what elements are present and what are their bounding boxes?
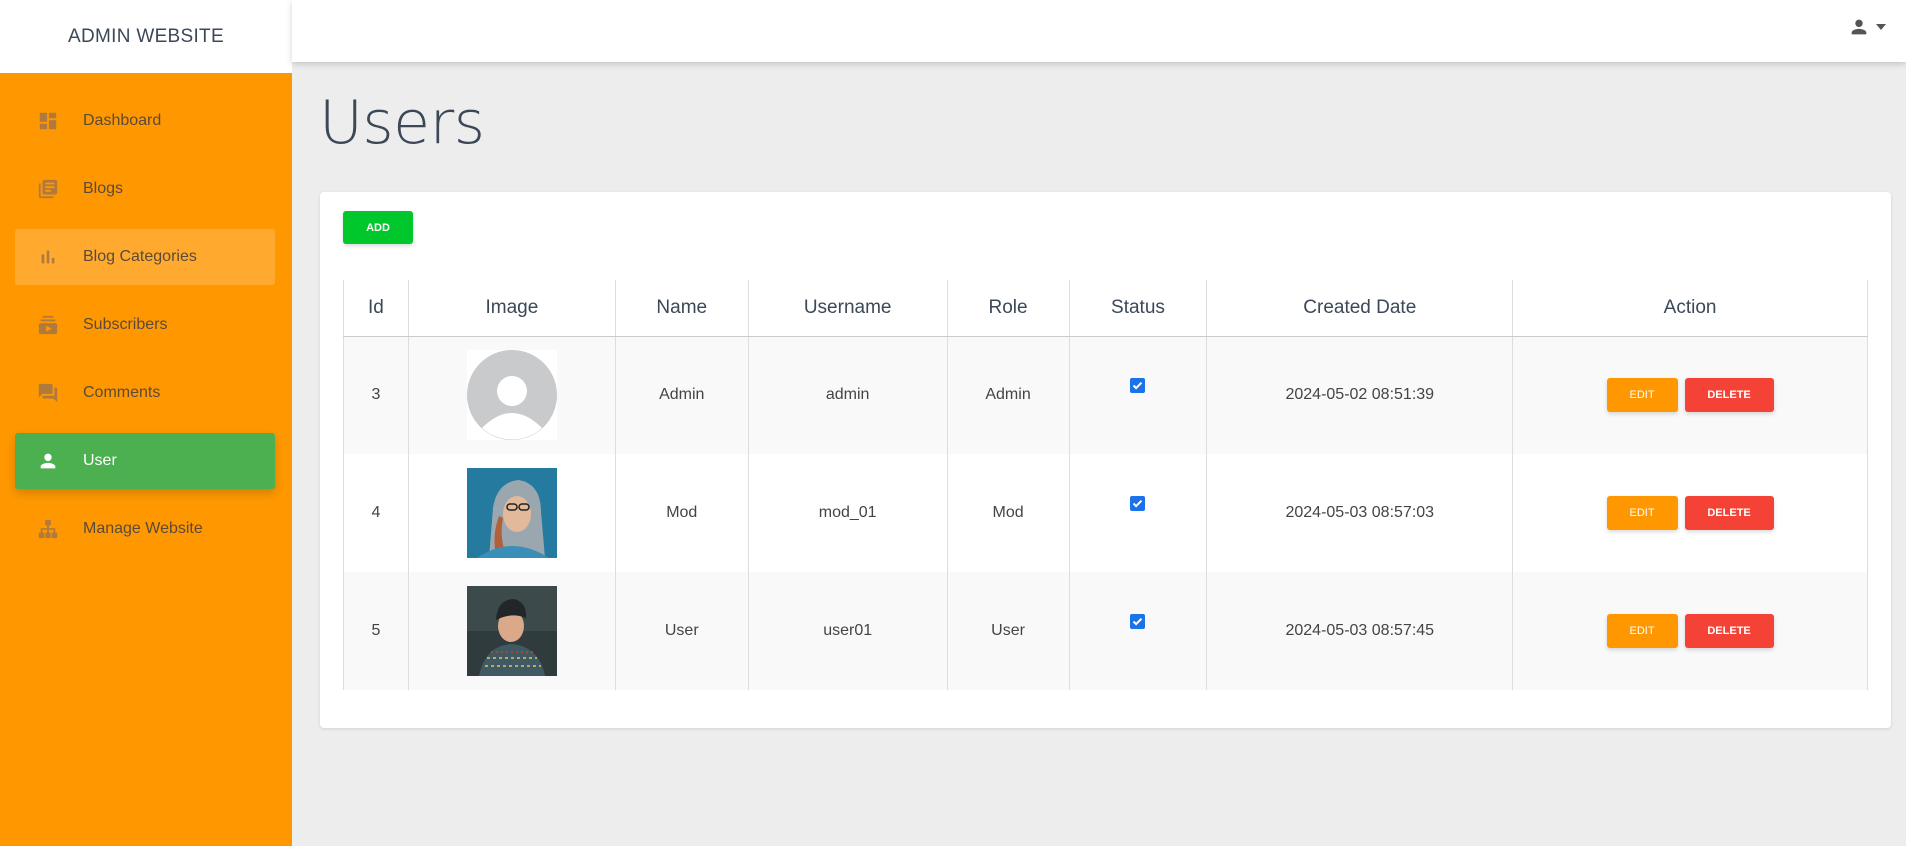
person-icon — [37, 450, 59, 472]
edit-button[interactable]: EDIT — [1606, 378, 1678, 413]
cell-username: user01 — [748, 572, 948, 690]
users-card: ADD Id Image Name Username Role Status C… — [320, 192, 1891, 728]
delete-button[interactable]: DELETE — [1684, 614, 1774, 648]
cell-action: EDIT DELETE — [1512, 454, 1868, 572]
sidebar: ADMIN WEBSITE Dashboard Blogs Blog Categ… — [0, 0, 292, 846]
page-title: Users — [319, 88, 485, 158]
sidebar-item-dashboard[interactable]: Dashboard — [15, 93, 275, 149]
sidebar-item-label: Subscribers — [83, 316, 168, 333]
dashboard-icon — [37, 110, 59, 132]
cell-action: EDIT DELETE — [1512, 572, 1868, 690]
column-header: Username — [748, 280, 948, 337]
sidebar-item-label: Comments — [83, 384, 161, 401]
column-header: Created Date — [1206, 280, 1514, 337]
sidebar-item-label: Manage Website — [83, 520, 203, 537]
cell-username: admin — [748, 336, 948, 454]
cell-created-date: 2024-05-02 08:51:39 — [1206, 336, 1514, 454]
user-photo-woman-hood — [466, 468, 557, 558]
blogs-icon — [37, 178, 59, 200]
delete-button[interactable]: DELETE — [1684, 496, 1774, 530]
sidebar-item-label: Dashboard — [83, 112, 162, 129]
cell-username: mod_01 — [748, 454, 948, 572]
edit-button[interactable]: EDIT — [1606, 614, 1678, 648]
cell-image — [408, 454, 616, 572]
cell-role: Admin — [947, 336, 1070, 454]
sidebar-item-blogs[interactable]: Blogs — [15, 161, 275, 217]
sidebar-item-manage-website[interactable]: Manage Website — [15, 501, 275, 557]
table-row: 5 User user01 User 2024-05-03 08:57:45 E… — [343, 572, 1868, 690]
cell-name: User — [615, 572, 749, 690]
cell-status — [1069, 572, 1208, 690]
table-row: 3 Admin admin Admin 2024-05-02 08:51:39 … — [343, 336, 1868, 454]
cell-name: Admin — [615, 336, 749, 454]
comments-icon — [37, 382, 59, 404]
sidebar-item-user[interactable]: User — [15, 433, 275, 489]
column-header: Status — [1069, 280, 1208, 337]
top-navbar — [292, 0, 1906, 62]
cell-status — [1069, 454, 1208, 572]
account-icon — [1848, 16, 1870, 38]
column-header: Id — [343, 280, 409, 337]
cell-status — [1069, 336, 1208, 454]
users-table: Id Image Name Username Role Status Creat… — [343, 280, 1868, 690]
bar-chart-icon — [37, 246, 59, 268]
cell-id: 5 — [343, 572, 409, 690]
chevron-down-icon — [1876, 24, 1886, 30]
cell-name: Mod — [615, 454, 749, 572]
status-checkbox[interactable] — [1130, 496, 1146, 511]
subscribers-icon — [37, 314, 59, 336]
sitemap-icon — [37, 518, 59, 540]
cell-role: Mod — [947, 454, 1070, 572]
sidebar-item-label: Blog Categories — [83, 248, 197, 265]
status-checkbox[interactable] — [1130, 378, 1146, 394]
cell-image — [408, 336, 616, 454]
sidebar-item-label: User — [83, 452, 117, 469]
edit-button[interactable]: EDIT — [1606, 496, 1678, 530]
column-header: Action — [1512, 280, 1868, 337]
column-header: Name — [615, 280, 749, 337]
user-menu-button[interactable] — [1848, 16, 1886, 38]
cell-image — [408, 572, 616, 690]
cell-id: 3 — [343, 336, 409, 454]
cell-id: 4 — [343, 454, 409, 572]
sidebar-nav: Dashboard Blogs Blog Categories Subscrib… — [0, 73, 292, 557]
user-photo-man-beanie — [466, 586, 557, 676]
column-header: Role — [947, 280, 1070, 337]
sidebar-item-blog-categories[interactable]: Blog Categories — [15, 229, 275, 285]
cell-created-date: 2024-05-03 08:57:03 — [1206, 454, 1514, 572]
cell-created-date: 2024-05-03 08:57:45 — [1206, 572, 1514, 690]
default-avatar-image — [466, 350, 557, 441]
delete-button[interactable]: DELETE — [1684, 378, 1774, 413]
sidebar-item-comments[interactable]: Comments — [15, 365, 275, 421]
brand-title[interactable]: ADMIN WEBSITE — [0, 0, 292, 73]
table-header-row: Id Image Name Username Role Status Creat… — [343, 280, 1868, 337]
table-row: 4 Mod mod_01 Mod 2024-05-03 08:57:03 EDI… — [343, 454, 1868, 572]
sidebar-item-subscribers[interactable]: Subscribers — [15, 297, 275, 353]
cell-action: EDIT DELETE — [1512, 336, 1868, 454]
add-user-button[interactable]: ADD — [343, 211, 413, 244]
cell-role: User — [947, 572, 1070, 690]
column-header: Image — [408, 280, 616, 337]
status-checkbox[interactable] — [1130, 614, 1146, 629]
sidebar-item-label: Blogs — [83, 180, 124, 197]
